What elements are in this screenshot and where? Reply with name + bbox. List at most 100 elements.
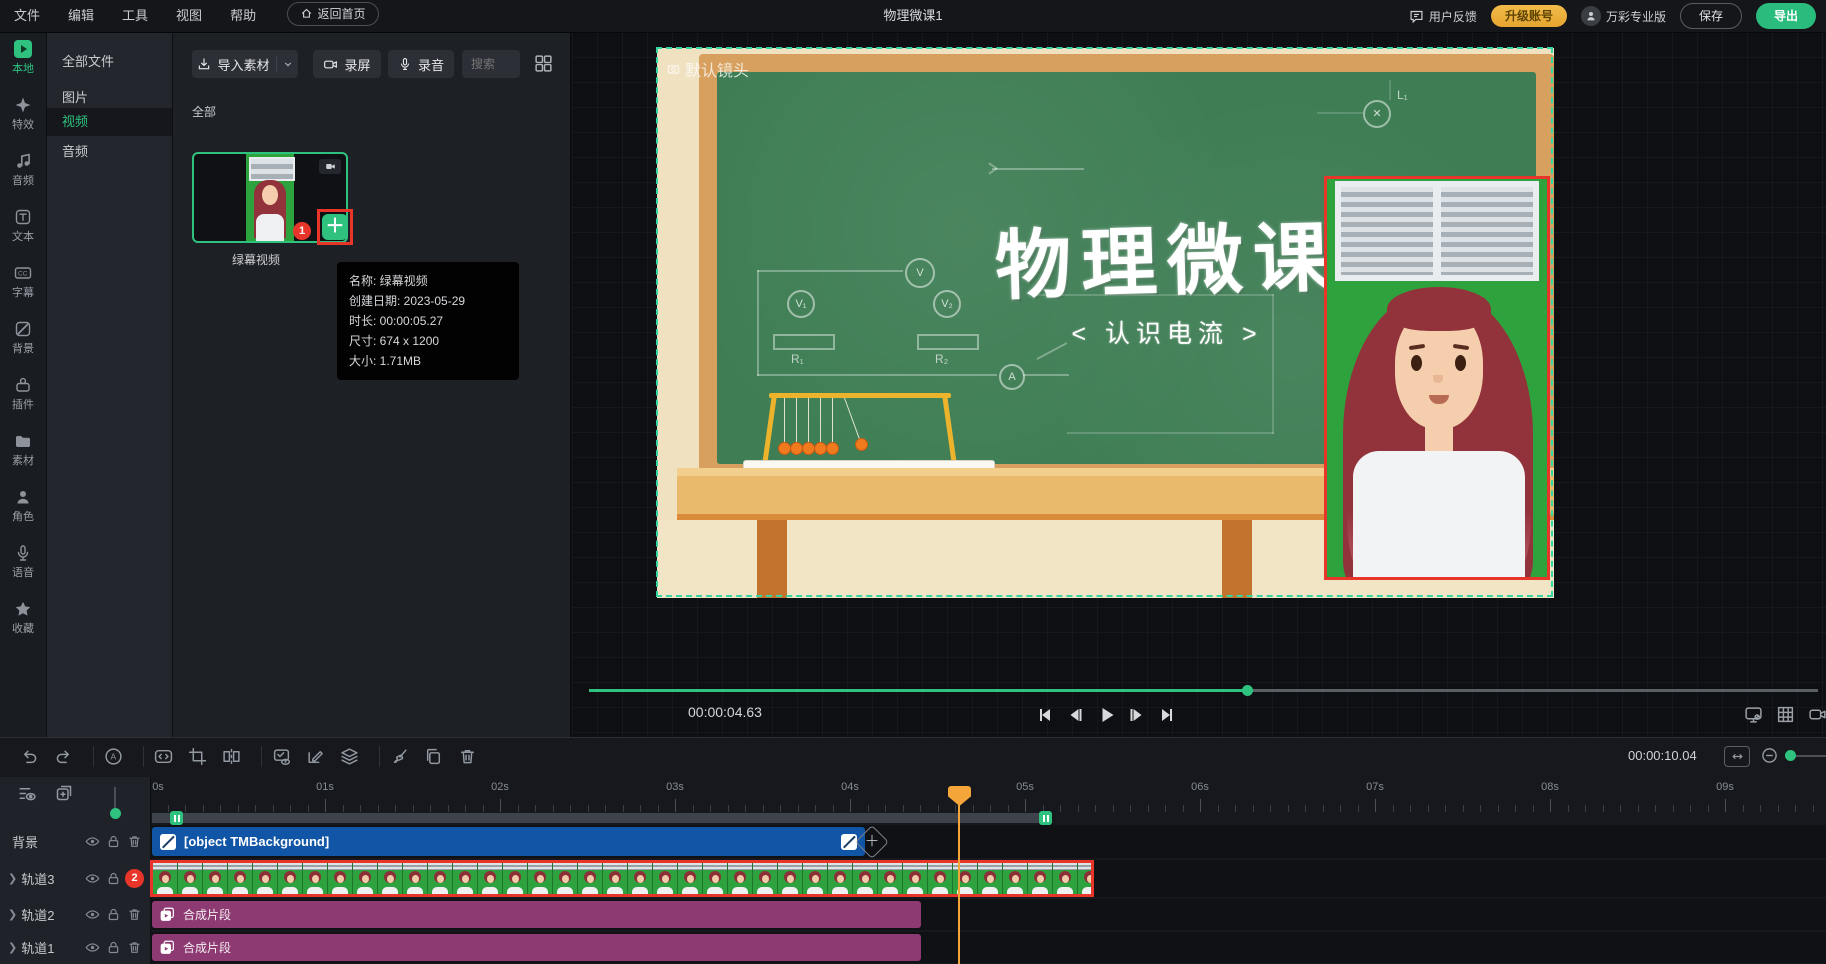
film-frame (253, 863, 278, 894)
eye-icon[interactable] (85, 834, 100, 849)
copy-icon[interactable] (424, 747, 443, 766)
timeline-ruler[interactable]: 0s01s02s03s04s05s06s07s08s09s (0, 777, 1826, 813)
undo-icon[interactable] (20, 747, 39, 766)
sidebar-item-plugin[interactable]: 插件 (0, 376, 46, 420)
composite-clip[interactable]: 合成片段 (152, 901, 921, 928)
code-icon[interactable] (154, 747, 173, 766)
export-button[interactable]: 导出 (1756, 3, 1816, 29)
composite-clip[interactable]: 合成片段 (152, 934, 921, 961)
eye-icon[interactable] (85, 907, 100, 922)
import-material-button[interactable]: 导入素材 (192, 50, 298, 78)
preview-progress-bar[interactable] (589, 689, 1818, 692)
record-audio-button[interactable]: 录音 (388, 50, 454, 78)
delete-icon[interactable] (458, 747, 477, 766)
pause-marker-end[interactable] (1039, 811, 1052, 825)
library-nav-0[interactable]: 全部文件 (46, 48, 172, 76)
save-button[interactable]: 保存 (1680, 3, 1742, 29)
search-box[interactable] (462, 50, 520, 78)
pause-marker-start[interactable] (170, 811, 183, 825)
greenscreen-video-overlay[interactable] (1324, 176, 1550, 580)
search-input[interactable] (462, 57, 523, 71)
play-icon[interactable] (1097, 705, 1117, 725)
ruler-tick (1480, 805, 1481, 812)
zoom-out-icon[interactable] (1761, 747, 1778, 764)
record-screen-button[interactable]: 录屏 (313, 50, 381, 78)
background-clip[interactable]: [object TMBackground] (152, 827, 865, 856)
ruler-tick (448, 805, 449, 812)
folder-icon (14, 432, 32, 450)
lock-icon[interactable] (106, 871, 121, 886)
trash-icon[interactable] (127, 907, 142, 922)
track-manager-icon[interactable] (17, 784, 37, 803)
frame-forward-icon[interactable] (1128, 705, 1148, 725)
progress-handle[interactable] (1242, 685, 1253, 696)
track-height-handle[interactable] (110, 808, 121, 819)
sidebar-item-effects[interactable]: 特效 (0, 96, 46, 140)
film-frame (703, 863, 728, 894)
sidebar-item-label: 特效 (0, 116, 46, 132)
film-frame (978, 863, 1003, 894)
fit-timeline-icon[interactable] (1724, 746, 1750, 767)
sidebar-item-character[interactable]: 角色 (0, 488, 46, 532)
sidebar-item-local[interactable]: 本地 (0, 40, 46, 84)
frame-back-icon[interactable] (1066, 705, 1086, 725)
layers-icon[interactable] (340, 747, 359, 766)
chevron-down-icon[interactable] (283, 59, 293, 69)
library-nav-3[interactable]: 音频 (46, 138, 172, 166)
ruler-tick (1638, 805, 1639, 812)
expand-chevron-icon[interactable]: ❯ (8, 908, 17, 921)
track-name: 轨道3 (21, 869, 54, 888)
sidebar-item-background[interactable]: 背景 (0, 320, 46, 364)
film-frame (453, 863, 478, 894)
timeline-panel: A 00:00:10.04 0s01s02s03s04s05s06s07s08s… (0, 737, 1826, 964)
sidebar-item-subtitle[interactable]: CC字幕 (0, 264, 46, 308)
ruler-tick (1690, 805, 1691, 812)
skip-start-icon[interactable] (1035, 705, 1055, 725)
timeline-zoom-slider[interactable] (1795, 755, 1826, 757)
composite-clip-icon (160, 940, 175, 955)
lock-icon[interactable] (106, 940, 121, 955)
ruler-tick (973, 805, 974, 812)
edit-icon[interactable] (306, 747, 325, 766)
feedback-button[interactable]: 用户反馈 (1409, 8, 1477, 25)
upgrade-account-button[interactable]: 升级账号 (1491, 5, 1567, 27)
skip-end-icon[interactable] (1159, 705, 1179, 725)
library-nav-2[interactable]: 视频 (46, 108, 172, 136)
add-to-timeline-button[interactable]: ＋ (322, 214, 348, 240)
trash-icon[interactable] (127, 834, 142, 849)
redo-icon[interactable] (54, 747, 73, 766)
eye-icon[interactable] (85, 940, 100, 955)
crop-icon[interactable] (188, 747, 207, 766)
film-frame (378, 863, 403, 894)
add-track-icon[interactable] (55, 784, 73, 802)
account-info[interactable]: 万彩专业版 (1581, 6, 1666, 26)
film-frame (403, 863, 428, 894)
sidebar-item-audio[interactable]: 音频 (0, 152, 46, 196)
preview-canvas[interactable]: V V₁ V₂ A R₁ R₂ ✕ (657, 48, 1554, 598)
expand-chevron-icon[interactable]: ❯ (8, 941, 17, 954)
lock-icon[interactable] (106, 834, 121, 849)
lock-icon[interactable] (106, 907, 121, 922)
brush-icon[interactable] (390, 747, 409, 766)
sidebar-item-assets[interactable]: 素材 (0, 432, 46, 476)
grid-table-icon[interactable] (1776, 705, 1795, 724)
sidebar-item-favorites[interactable]: 收藏 (0, 600, 46, 644)
zoom-slider-handle[interactable] (1785, 750, 1796, 761)
keyframe-icon[interactable]: A (104, 747, 123, 766)
mask-icon[interactable] (272, 747, 291, 766)
ruler-tick (1550, 799, 1551, 812)
split-icon[interactable] (222, 747, 241, 766)
greenscreen-filmstrip-clip[interactable] (150, 860, 1094, 897)
ruler-tick (1270, 805, 1271, 812)
sidebar-item-text[interactable]: 文本 (0, 208, 46, 252)
background-end-icon (841, 834, 857, 850)
ruler-tick (1620, 805, 1621, 812)
eye-icon[interactable] (85, 871, 100, 886)
camera-icon[interactable] (1808, 705, 1826, 724)
expand-chevron-icon[interactable]: ❯ (8, 872, 17, 885)
monitor-icon[interactable] (1744, 705, 1763, 724)
ruler-tick (1165, 805, 1166, 812)
grid-view-icon[interactable] (534, 54, 553, 73)
trash-icon[interactable] (127, 940, 142, 955)
sidebar-item-voice[interactable]: 语音 (0, 544, 46, 588)
